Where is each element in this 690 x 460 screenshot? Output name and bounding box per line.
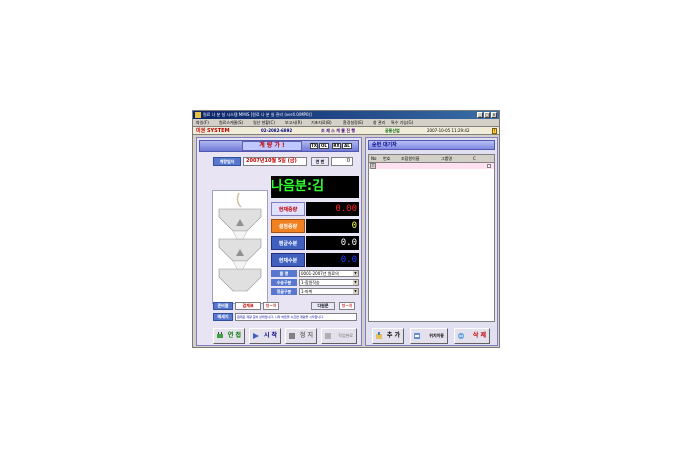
delete-icon [458,333,464,339]
play-icon [253,333,259,339]
al-indicator: AL [342,143,352,149]
col-group[interactable]: 그룹명 [441,155,452,162]
delete-button-label: 삭 제 [472,332,486,339]
col-member-name[interactable]: 조합원이름 [401,155,419,162]
finish-button[interactable]: 작업완료 [321,328,357,344]
current-weight-label: 현재중량 [271,202,305,216]
minimize-button[interactable]: _ [477,112,483,118]
set-weight-value: 0 [306,219,359,233]
check-table-button[interactable]: 검계표 [235,302,261,310]
move-button-label: 위치이동 [429,333,444,338]
start-button-label: 시 작 [263,332,277,339]
transport-label: 수송구분 [271,279,297,286]
move-icon [414,333,420,339]
title-bar: 원료 나 분 실 시스템 MMIS [원료 나 분 실 관리 (ver4.0/M… [193,111,499,119]
hopper-icon [218,192,262,292]
seq-label: 연 번 [311,157,329,166]
phone-number: 02-2082-6892 [261,128,293,133]
prep-edit-button[interactable]: 형~여 [263,302,279,310]
transport-select[interactable]: 1-합원작숭 ▼ [299,279,359,286]
add-icon [376,332,382,339]
window-title: 원료 나 분 실 시스템 MMIS [원료 나 분 실 관리 (ver4.0/M… [203,112,312,117]
category-select[interactable]: 1-마취 ▼ [299,288,359,295]
current-weight-value: 0.00 [306,202,359,216]
start-button[interactable]: 시 작 [249,328,281,344]
add-button[interactable]: 추 가 [372,328,404,344]
finish-button-label: 작업완료 [338,333,353,338]
company-name: 공동산업 [385,128,400,133]
row-selector[interactable]: I [370,163,376,169]
transport-select-value: 1-합원작숭 [301,280,320,285]
ol-indicator: OL [319,143,329,149]
seq-field[interactable]: 0 [331,157,353,166]
menu-bar: 파일(F) 원료스케줄(S) 일산 현황(C) 보고서(R) 기초자료(B) 환… [193,119,499,126]
product-select-value: 0001-2007년 원료의 [301,271,339,276]
queue-title: 순번 대기자 [372,142,397,148]
product-select[interactable]: 0001-2007년 원료의 ▼ [299,270,359,277]
chevron-down-icon[interactable]: ▼ [353,280,358,285]
app-icon [195,112,201,118]
datetime: 2007-10-05 11:29:42 [427,128,470,133]
connect-button[interactable]: 연 접 [213,328,245,344]
message-text: 원재료 계량 준비 상태입니다. 시작 버튼을 누르면 계량을 시작합니다. [235,313,357,321]
warning-icon[interactable]: ! [492,128,497,134]
date-label: 계량일자 [213,157,241,166]
menu-file[interactable]: 파일(F) [196,119,209,126]
ingredient-ticker: 나음분:김 [271,176,359,198]
weighing-header: 계 량 가 ! TX OL RX AL [199,140,359,152]
queue-grid: No 번호 조합원이름 그룹명 C I [368,154,495,322]
process-status: 조 제 스 케 쥴 진 행 [321,128,356,133]
chevron-down-icon[interactable]: ▼ [353,271,358,276]
queue-panel: 순번 대기자 No 번호 조합원이름 그룹명 C I 추 가 위치이동 삭 제 [365,137,498,346]
cur-moisture-label: 현재수분 [271,253,305,267]
main-window: 원료 나 분 실 시스템 MMIS [원료 나 분 실 관리 (ver4.0/M… [192,110,500,348]
menu-status[interactable]: 일산 현황(C) [253,119,275,126]
add-button-label: 추 가 [386,332,400,339]
menu-window[interactable]: 창 관리 [373,119,385,126]
menu-report[interactable]: 보고서(R) [285,119,302,126]
prep-label: 준비품 [213,302,233,310]
multi-edit-button[interactable]: 형~여 [339,302,355,310]
avg-moisture-label: 평균수분 [271,236,305,250]
stop-button[interactable]: 정 지 [285,328,317,344]
stop-icon [289,333,295,339]
date-field[interactable]: 2007년10월 5일 (금) [243,157,307,166]
weighing-title: 계 량 가 ! [242,141,302,151]
set-weight-label: 설정중량 [271,219,305,233]
plug-icon [217,332,223,338]
menu-schedule[interactable]: 원료스케줄(S) [219,119,243,126]
product-label: 품 명 [271,270,297,277]
chevron-down-icon[interactable]: ▼ [353,289,358,294]
multi-label: 다원문 [311,302,335,310]
hopper-diagram [212,190,268,304]
message-label: 메세지 [213,313,233,321]
grid-header: No 번호 조합원이름 그룹명 C [369,155,494,163]
status-strip: 미권 SYSTEM 02-2082-6892 조 제 스 케 쥴 진 행 공동산… [193,126,499,135]
category-select-value: 1-마취 [301,289,313,294]
col-c[interactable]: C [473,155,476,162]
avg-moisture-value: 0.0 [306,236,359,250]
queue-header: 순번 대기자 [368,140,495,150]
row-checkbox[interactable] [487,164,491,168]
delete-button[interactable]: 삭 제 [454,328,490,344]
menu-settings[interactable]: 환경설정(E) [343,119,363,126]
move-button[interactable]: 위치이동 [410,328,448,344]
finish-icon [325,333,331,339]
menu-special[interactable]: 특수 기능(G) [391,119,413,126]
col-number[interactable]: 번호 [383,155,390,162]
table-row[interactable]: I [369,163,494,169]
maximize-button[interactable]: □ [484,112,490,118]
cur-moisture-value: 0.0 [306,253,359,267]
connect-button-label: 연 접 [227,332,241,339]
weighing-panel: 계 량 가 ! TX OL RX AL 계량일자 2007년10월 5일 (금)… [196,137,362,346]
close-button[interactable]: × [491,112,497,118]
col-no[interactable]: No [371,155,376,162]
category-label: 정글구분 [271,288,297,295]
stop-button-label: 정 지 [299,332,313,339]
tx-indicator: TX [310,143,318,149]
rx-indicator: RX [332,143,341,149]
system-logo: 미권 SYSTEM [196,128,230,134]
menu-base-data[interactable]: 기초자료(B) [311,119,332,126]
